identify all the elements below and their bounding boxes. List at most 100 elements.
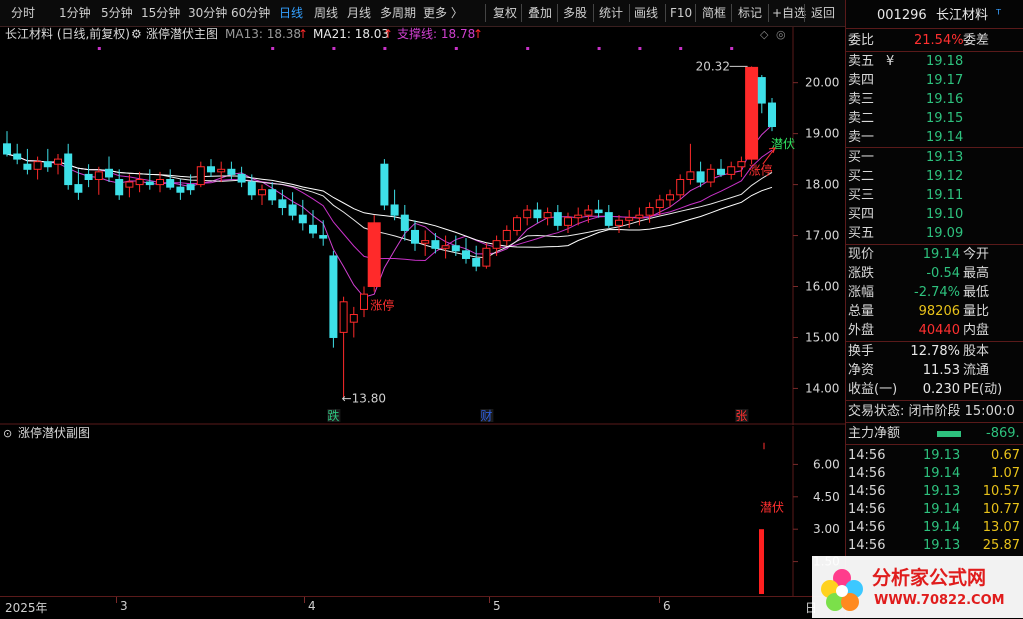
candle[interactable] [717, 168, 725, 175]
candle[interactable] [227, 168, 236, 175]
bid-price[interactable]: 19.10 [926, 205, 963, 224]
candle[interactable] [584, 209, 593, 216]
candle[interactable] [43, 161, 52, 168]
candle[interactable] [625, 217, 634, 221]
bid-price[interactable]: 19.12 [926, 167, 963, 186]
period-tab[interactable]: 更多 〉 [423, 5, 463, 21]
candle[interactable] [176, 186, 185, 193]
settings-circle-icon[interactable]: ◎ [776, 28, 786, 41]
candle[interactable] [94, 171, 103, 180]
candle[interactable] [23, 163, 32, 170]
candle[interactable] [278, 199, 287, 209]
candle[interactable] [696, 171, 705, 183]
period-tab[interactable]: 60分钟 [231, 5, 270, 21]
marker-die[interactable]: 跌 [327, 408, 339, 423]
candle[interactable] [349, 314, 358, 323]
candle[interactable] [594, 209, 603, 214]
candle[interactable] [166, 178, 175, 188]
candle[interactable] [502, 229, 511, 242]
period-tab[interactable]: 30分钟 [188, 5, 227, 21]
diamond-icon[interactable]: ◇ [760, 28, 769, 41]
candle[interactable] [431, 240, 440, 249]
candle[interactable] [84, 173, 93, 180]
candle[interactable] [268, 189, 277, 201]
period-tab[interactable]: 多周期 [380, 5, 416, 21]
candle[interactable] [737, 161, 746, 168]
dropdown-icon[interactable]: ᵀ [996, 6, 1001, 25]
candle[interactable] [462, 250, 470, 259]
toolbar-tool-button[interactable]: +自选 [772, 5, 806, 21]
marker-zhang[interactable]: 张 [735, 409, 747, 423]
candle[interactable] [523, 209, 532, 219]
marker-cai[interactable]: 财 [480, 409, 492, 423]
indicator-name[interactable]: 涨停潜伏主图 [146, 27, 218, 41]
sub-chart-toggle-icon[interactable]: ⊙ [3, 427, 12, 440]
candle[interactable] [367, 222, 381, 288]
candle[interactable] [543, 212, 552, 219]
ask-price[interactable]: 19.15 [926, 109, 963, 128]
candle[interactable] [676, 178, 685, 196]
candle[interactable] [472, 257, 481, 267]
toolbar-tool-button[interactable]: 多股 [563, 5, 587, 21]
candle[interactable] [513, 217, 521, 231]
candle[interactable] [360, 293, 368, 310]
candle[interactable] [686, 171, 695, 180]
candle[interactable] [309, 224, 317, 234]
candle[interactable] [421, 240, 430, 244]
candle[interactable] [635, 214, 644, 219]
toolbar-tool-button[interactable]: 标记 [738, 5, 762, 21]
candle[interactable] [768, 102, 776, 127]
stock-name[interactable]: 长江材料 [936, 6, 988, 25]
candle[interactable] [125, 181, 134, 188]
candle[interactable] [288, 204, 297, 216]
main-kline-chart[interactable]: 20.00 19.00 18.00 17.00 16.00 15.00 14.00 20.3… [0, 27, 845, 425]
candle[interactable] [196, 166, 205, 186]
candle[interactable] [757, 77, 766, 104]
ask-price[interactable]: 19.17 [926, 71, 963, 90]
candle[interactable] [74, 184, 83, 193]
candle[interactable] [482, 247, 491, 267]
period-tab[interactable]: 日线 [279, 5, 303, 21]
period-tab[interactable]: 分时 [11, 5, 35, 21]
candle[interactable] [441, 245, 450, 249]
candle[interactable] [666, 194, 674, 201]
candle[interactable] [156, 178, 164, 186]
period-tab[interactable]: 15分钟 [141, 5, 180, 21]
candle[interactable] [247, 181, 256, 196]
candle[interactable] [207, 166, 215, 173]
candle[interactable] [604, 212, 613, 226]
candle[interactable] [451, 245, 460, 252]
candle[interactable] [339, 301, 348, 333]
candle[interactable] [655, 199, 664, 209]
candle[interactable] [145, 181, 154, 186]
candle[interactable] [745, 66, 759, 160]
candle[interactable] [706, 168, 715, 183]
period-tab[interactable]: 1分钟 [59, 5, 91, 21]
toolbar-tool-button[interactable]: 简框 [702, 5, 726, 21]
candle[interactable] [258, 189, 266, 196]
ask-price[interactable]: 19.16 [926, 90, 963, 109]
toolbar-tool-button[interactable]: 画线 [634, 5, 658, 21]
candle[interactable] [237, 173, 246, 183]
period-tab[interactable]: 5分钟 [101, 5, 133, 21]
candle[interactable] [13, 153, 22, 160]
candle[interactable] [615, 219, 623, 226]
toolbar-tool-button[interactable]: 复权 [493, 5, 517, 21]
gear-icon[interactable]: ⚙ [131, 27, 142, 41]
candle[interactable] [553, 212, 562, 226]
candle[interactable] [105, 168, 113, 178]
candle[interactable] [564, 217, 572, 226]
ask-price[interactable]: 19.18 [926, 52, 963, 71]
candle[interactable] [329, 255, 338, 338]
candle[interactable] [33, 161, 42, 170]
ask-price[interactable]: 19.14 [926, 128, 963, 147]
period-tab[interactable]: 周线 [314, 5, 338, 21]
toolbar-tool-button[interactable]: 统计 [599, 5, 623, 21]
period-tab[interactable]: 月线 [347, 5, 371, 21]
toolbar-tool-button[interactable]: 返回 [811, 5, 835, 21]
toolbar-tool-button[interactable]: 叠加 [528, 5, 552, 21]
candle[interactable] [390, 204, 399, 216]
candle[interactable] [533, 209, 542, 219]
bid-price[interactable]: 19.13 [926, 148, 963, 167]
candle[interactable] [727, 166, 736, 175]
